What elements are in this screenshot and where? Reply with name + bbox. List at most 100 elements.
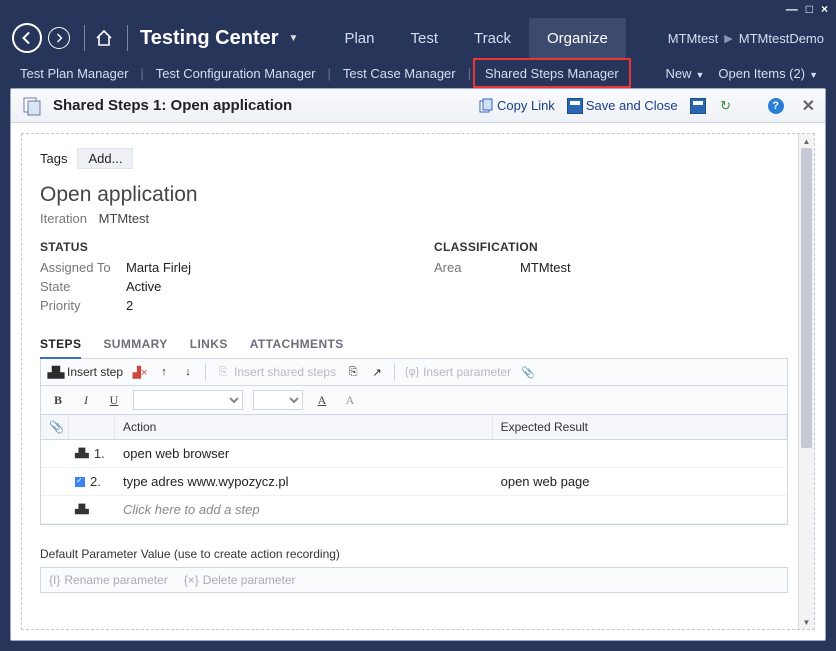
- area-label: Area: [434, 260, 520, 275]
- bold-button[interactable]: B: [49, 393, 67, 408]
- insert-step-button[interactable]: ▟▙ Insert step: [49, 365, 123, 379]
- workitem-form: Tags Add... Open application Iteration M…: [21, 133, 815, 630]
- iteration-value[interactable]: MTMtest: [99, 211, 150, 226]
- steps-grid: 📎 Action Expected Result ▟▙1. open web b…: [40, 415, 788, 525]
- col-number: [69, 415, 115, 439]
- card-header: Shared Steps 1: Open application Copy Li…: [11, 89, 825, 123]
- steps-toolbar: ▟▙ Insert step ▟× ↑ ↓ ⎘ Insert shared st…: [40, 359, 788, 386]
- clear-format-button[interactable]: A: [341, 393, 359, 408]
- insert-shared-icon: ⎘: [216, 365, 230, 379]
- assigned-to-value[interactable]: Marta Firlej: [126, 260, 191, 275]
- subnav-test-configuration-manager[interactable]: Test Configuration Manager: [146, 58, 326, 88]
- insert-parameter-icon: {φ}: [405, 365, 419, 379]
- delete-step-button[interactable]: ▟×: [133, 365, 147, 379]
- step-result[interactable]: open web page: [493, 468, 787, 495]
- refresh-button[interactable]: ↻: [718, 98, 734, 114]
- open-shared-button[interactable]: ↗: [370, 365, 384, 379]
- save-and-close-icon: [567, 98, 583, 114]
- breadcrumb-project[interactable]: MTMtest: [668, 31, 719, 46]
- breadcrumb-item[interactable]: MTMtestDemo: [739, 31, 824, 46]
- tab-track[interactable]: Track: [456, 18, 529, 58]
- add-tag-button[interactable]: Add...: [77, 148, 133, 169]
- new-dropdown[interactable]: New▼: [665, 66, 704, 81]
- primary-tabs: Plan Test Track Organize: [326, 18, 625, 58]
- add-attachment-button[interactable]: 📎: [521, 365, 535, 379]
- tab-plan[interactable]: Plan: [326, 18, 392, 58]
- forward-button[interactable]: [48, 27, 70, 49]
- move-up-button[interactable]: ↑: [157, 365, 171, 379]
- scrollbar[interactable]: ▲ ▼: [798, 134, 814, 629]
- insert-step-icon: ▟▙: [49, 365, 63, 379]
- subnav-shared-steps-manager[interactable]: Shared Steps Manager: [473, 58, 631, 88]
- workitem-card: Shared Steps 1: Open application Copy Li…: [10, 88, 826, 641]
- scroll-up-arrow[interactable]: ▲: [799, 134, 814, 148]
- subnav-test-case-manager[interactable]: Test Case Manager: [333, 58, 466, 88]
- subnav-test-plan-manager[interactable]: Test Plan Manager: [10, 58, 138, 88]
- tab-organize[interactable]: Organize: [529, 18, 626, 58]
- inner-tab-summary[interactable]: SUMMARY: [103, 331, 167, 358]
- save-and-close-button[interactable]: Save and Close: [567, 98, 678, 114]
- maximize-button[interactable]: □: [806, 2, 813, 16]
- state-value[interactable]: Active: [126, 279, 161, 294]
- close-card-button[interactable]: ✕: [802, 96, 815, 116]
- card-title: Shared Steps 1: Open application: [53, 97, 292, 114]
- col-attachment-icon[interactable]: 📎: [41, 415, 69, 439]
- assigned-to-label: Assigned To: [40, 260, 126, 275]
- close-window-button[interactable]: ×: [821, 2, 828, 16]
- insert-shared-steps-button[interactable]: ⎘ Insert shared steps: [216, 365, 336, 379]
- divider: [127, 25, 128, 51]
- step-row[interactable]: ✓2. type adres www.wypozycz.pl open web …: [41, 468, 787, 496]
- shared-steps-icon: [21, 94, 45, 118]
- minimize-button[interactable]: —: [786, 2, 798, 16]
- step-action[interactable]: open web browser: [115, 440, 493, 467]
- help-button[interactable]: ?: [768, 98, 784, 114]
- status-heading: STATUS: [40, 240, 394, 254]
- font-family-select[interactable]: [133, 390, 243, 410]
- app-window: — □ × Testing Center ▼ Plan Test Track O…: [0, 0, 836, 651]
- copy-link-icon: [478, 98, 494, 114]
- step-action[interactable]: type adres www.wypozycz.pl: [115, 468, 493, 495]
- area-value[interactable]: MTMtest: [520, 260, 571, 275]
- tab-test[interactable]: Test: [392, 18, 456, 58]
- delete-parameter-icon: {×}: [184, 573, 199, 587]
- open-items-dropdown[interactable]: Open Items (2)▼: [718, 66, 818, 81]
- step-row[interactable]: ▟▙1. open web browser: [41, 440, 787, 468]
- italic-button[interactable]: I: [77, 393, 95, 408]
- add-step-placeholder[interactable]: ▟▙ Click here to add a step: [41, 496, 787, 524]
- secondary-nav: Test Plan Manager | Test Configuration M…: [0, 58, 836, 88]
- breadcrumb-sep-icon: ▶: [724, 32, 732, 45]
- step-icon: ▟▙: [75, 504, 89, 515]
- move-down-button[interactable]: ↓: [181, 365, 195, 379]
- breadcrumb: MTMtest ▶ MTMtestDemo: [668, 31, 824, 46]
- inner-tab-attachments[interactable]: ATTACHMENTS: [250, 331, 344, 358]
- font-size-select[interactable]: [253, 390, 303, 410]
- delete-parameter-button[interactable]: {×} Delete parameter: [184, 573, 296, 587]
- step-result[interactable]: [493, 440, 787, 467]
- scroll-thumb[interactable]: [801, 148, 812, 448]
- col-result-header[interactable]: Expected Result: [493, 415, 787, 439]
- workitem-title[interactable]: Open application: [40, 183, 788, 207]
- font-color-button[interactable]: A: [313, 393, 331, 408]
- back-button[interactable]: [12, 23, 42, 53]
- home-icon[interactable]: [93, 27, 115, 49]
- copy-link-button[interactable]: Copy Link: [478, 98, 555, 114]
- tags-label: Tags: [40, 151, 67, 166]
- priority-value[interactable]: 2: [126, 298, 133, 313]
- app-title-dropdown[interactable]: ▼: [289, 33, 299, 44]
- col-action-header[interactable]: Action: [115, 415, 493, 439]
- parameter-toolbar: {I} Rename parameter {×} Delete paramete…: [40, 567, 788, 593]
- inner-tab-links[interactable]: LINKS: [190, 331, 228, 358]
- workitem-inner-tabs: STEPS SUMMARY LINKS ATTACHMENTS: [40, 331, 788, 359]
- underline-button[interactable]: U: [105, 393, 123, 408]
- divider: [84, 25, 85, 51]
- insert-parameter-button[interactable]: {φ} Insert parameter: [405, 365, 511, 379]
- window-titlebar: — □ ×: [0, 0, 836, 18]
- create-shared-button[interactable]: ⎘: [346, 365, 360, 379]
- card-body: Tags Add... Open application Iteration M…: [11, 123, 825, 640]
- priority-label: Priority: [40, 298, 126, 313]
- scroll-down-arrow[interactable]: ▼: [799, 615, 814, 629]
- format-toolbar: B I U A A: [40, 386, 788, 415]
- inner-tab-steps[interactable]: STEPS: [40, 331, 81, 359]
- save-button[interactable]: [690, 98, 706, 114]
- rename-parameter-button[interactable]: {I} Rename parameter: [49, 573, 168, 587]
